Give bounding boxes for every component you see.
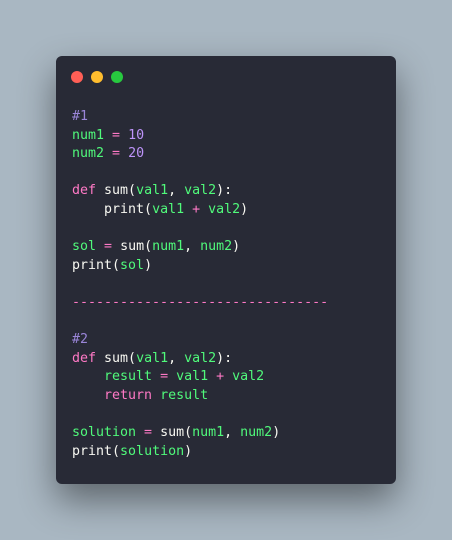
code-line: ​ [72,406,386,425]
code-token-punct: , [168,350,185,366]
code-token-op: = [152,369,177,385]
code-token-punct: ) [144,257,153,273]
code-block: #1num1 = 10num2 = 20​def sum(val1, val2)… [72,108,386,461]
code-token-op: + [184,201,209,217]
code-line: num1 = 10 [72,127,386,146]
code-token-kw: return [72,387,153,403]
code-token-var: num1 [72,127,105,143]
code-token-fn: print( [72,257,121,273]
code-token-param: val1 [176,369,209,385]
code-line: ​ [72,313,386,332]
code-token-param: val2 [184,183,217,199]
code-token-fn: sum( [96,183,137,199]
code-token-param: num1 [152,239,185,255]
code-line: print(val1 + val2) [72,201,386,220]
code-token-param: val1 [152,201,185,217]
code-token-var: result [152,387,209,403]
code-token-param: num1 [192,425,225,441]
code-token-fn: print( [72,443,121,459]
code-token-punct: , [184,239,201,255]
code-token-op: = [104,127,129,143]
code-token-fn: sum( [160,425,193,441]
window-controls [71,71,123,83]
code-token-param: num2 [200,239,233,255]
code-line: ​ [72,220,386,239]
code-token-param: val2 [232,369,265,385]
code-token-punct: , [224,425,241,441]
code-line: #1 [72,108,386,127]
code-token-param: solution [120,443,185,459]
code-token-fn: sum( [96,350,137,366]
code-token-punct: , [168,183,185,199]
maximize-dot-icon[interactable] [111,71,123,83]
code-token-comment: #1 [72,109,89,124]
code-token-param: val1 [136,350,169,366]
code-token-num: 20 [128,146,145,162]
close-dot-icon[interactable] [71,71,83,83]
code-token-kw: def [72,183,97,199]
code-token-punct: ): [216,183,233,199]
code-token-param: num2 [240,425,273,441]
code-line: def sum(val1, val2): [72,182,386,201]
code-token-op: + [208,369,233,385]
code-token-fn: print( [72,201,153,217]
code-token-param: val2 [208,201,241,217]
code-token-fn: sum( [120,239,153,255]
code-token-comment: #2 [72,332,89,348]
code-line: print(sol) [72,257,386,276]
code-line: result = val1 + val2 [72,368,386,387]
code-token-punct: ): [216,350,233,366]
code-token-punct: ) [272,425,281,441]
code-token-punct: ) [184,443,193,459]
code-line: def sum(val1, val2): [72,350,386,369]
code-token-var: sol [72,239,97,255]
code-token-punct: ) [232,239,241,255]
code-line: print(solution) [72,443,386,462]
code-line: return result [72,387,386,406]
code-token-var: num2 [72,146,105,162]
code-token-num: 10 [128,127,145,143]
code-token-op: = [104,146,129,162]
code-token-param: val2 [184,350,217,366]
code-line: num2 = 20 [72,145,386,164]
code-token-kw: def [72,350,97,366]
code-token-var: result [72,369,153,385]
code-token-sep: -------------------------------- [72,294,329,310]
code-token-var: solution [72,425,137,441]
code-window: #1num1 = 10num2 = 20​def sum(val1, val2)… [56,56,396,484]
code-line: ​ [72,275,386,294]
code-line: -------------------------------- [72,294,386,313]
code-token-param: sol [120,257,145,273]
code-token-punct: ) [240,201,249,217]
code-line: solution = sum(num1, num2) [72,424,386,443]
code-line: sol = sum(num1, num2) [72,238,386,257]
code-line: #2 [72,331,386,350]
code-token-op: = [96,239,121,255]
code-token-param: val1 [136,183,169,199]
code-line: ​ [72,164,386,183]
code-token-op: = [136,425,161,441]
minimize-dot-icon[interactable] [91,71,103,83]
